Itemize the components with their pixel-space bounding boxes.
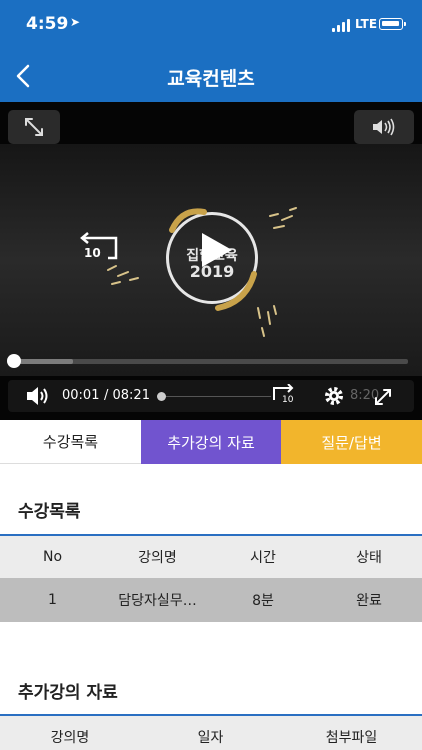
duration: / 08:21 [104, 388, 150, 403]
replay-seconds: 10 [84, 246, 101, 260]
carrier-label: LTE [355, 17, 378, 31]
extra-materials-title: 추가강의 자료 [18, 683, 118, 703]
course-list-table: No 강의명 시간 상태 1 담당자실무… 8분 완료 [0, 534, 422, 622]
battery-icon [379, 18, 406, 30]
confetti-decoration-icon [257, 305, 277, 337]
column-header-date: 일자 [197, 730, 224, 746]
location-arrow-icon: ➤ [70, 15, 81, 29]
settings-button[interactable] [322, 384, 346, 412]
mini-scrubber-handle[interactable] [157, 392, 166, 401]
confetti-decoration-icon [269, 207, 297, 229]
signal-strength-icon [332, 18, 352, 32]
column-header-status: 상태 [356, 550, 382, 566]
table-row[interactable]: 1 담당자실무… 8분 완료 [0, 578, 422, 622]
column-header-time: 시간 [250, 550, 276, 566]
fullscreen-button[interactable] [372, 386, 394, 412]
row-name: 담당자실무… [118, 593, 197, 609]
skip-seconds: 10 [282, 395, 294, 405]
column-header-attachment: 첨부파일 [325, 730, 378, 746]
play-icon [202, 233, 232, 267]
video-progress-bar[interactable] [7, 354, 408, 368]
column-header-lecture: 강의명 [50, 730, 90, 746]
tab-qna[interactable]: 질문/답변 [281, 420, 422, 464]
volume-button[interactable] [354, 110, 414, 144]
play-button[interactable] [196, 230, 236, 274]
buffered-bar [14, 359, 74, 364]
current-time: 00:01 [62, 388, 100, 403]
content-tabs: 수강목록 추가강의 자료 질문/답변 [0, 420, 422, 464]
fullscreen-icon [375, 389, 391, 405]
extra-materials-table: 강의명 일자 첨부파일 [0, 714, 422, 750]
mute-toggle-icon[interactable] [24, 384, 54, 408]
row-status: 완료 [356, 593, 382, 609]
table-header: No 강의명 시간 상태 [0, 534, 422, 578]
status-bar: 4:59 ➤ LTE [0, 0, 422, 50]
tab-course-list[interactable]: 수강목록 [0, 420, 141, 464]
expand-icon [25, 118, 43, 136]
row-no: 1 [48, 592, 57, 608]
course-list-title: 수강목록 [18, 502, 81, 522]
column-header-name: 강의명 [138, 550, 177, 566]
table-header: 강의명 일자 첨부파일 [0, 714, 422, 750]
app-header: 교육컨텐츠 [0, 50, 422, 102]
mini-progress-track [166, 396, 271, 397]
status-time: 4:59 [26, 14, 69, 34]
fullscreen-toggle-button[interactable] [8, 110, 60, 144]
gear-icon [325, 387, 343, 405]
tab-extra-materials[interactable]: 추가강의 자료 [141, 420, 281, 464]
skip-10-button[interactable]: 10 [270, 383, 298, 412]
page-title: 교육컨텐츠 [167, 68, 255, 90]
progress-scrubber-handle[interactable] [7, 354, 21, 368]
confetti-decoration-icon [107, 265, 139, 285]
speaker-icon [373, 118, 395, 136]
row-time: 8분 [252, 593, 274, 609]
column-header-no: No [42, 549, 63, 565]
